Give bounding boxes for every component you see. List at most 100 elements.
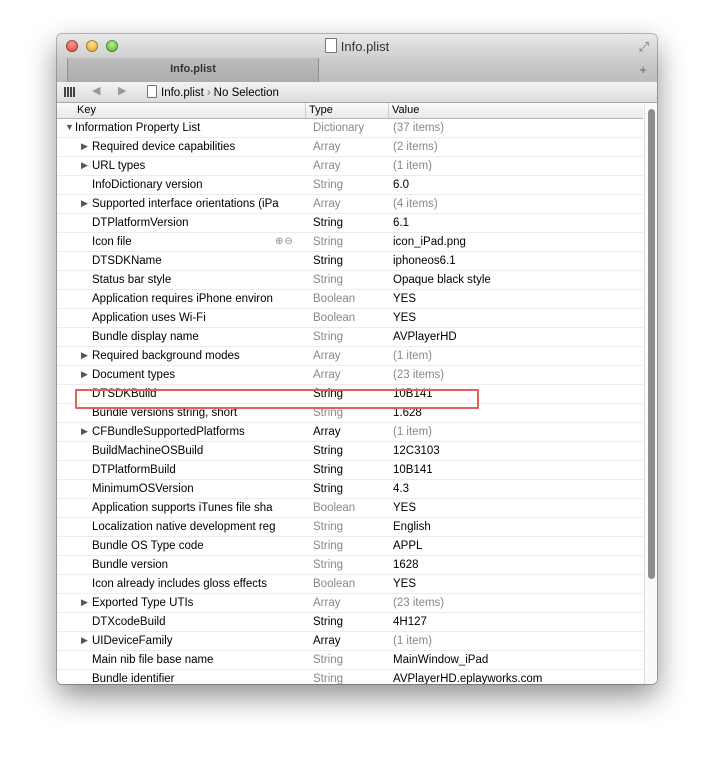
row-type[interactable]: String [313,217,383,229]
row-value[interactable]: 12C3103 [393,445,633,457]
table-row[interactable]: Localization native development reg Strin… [57,518,643,537]
row-value[interactable]: APPL [393,540,633,552]
table-row[interactable]: DTPlatformVersion String 6.1 [57,214,643,233]
row-value[interactable]: AVPlayerHD.eplayworks.com [393,673,633,684]
row-type[interactable]: String [313,521,383,533]
row-type[interactable]: String [313,540,383,552]
row-type[interactable]: String [313,407,383,419]
row-key[interactable]: DTXcodeBuild [92,616,284,628]
disclosure-closed-icon[interactable]: ▶ [81,198,91,209]
row-value[interactable]: iphoneos6.1 [393,255,633,267]
row-value[interactable]: YES [393,578,633,590]
disclosure-closed-icon[interactable]: ▶ [81,426,91,437]
column-header-value[interactable]: Value [392,104,419,116]
column-divider[interactable] [388,103,389,118]
row-key[interactable]: Icon already includes gloss effects [92,578,284,590]
row-key[interactable]: DTSDKName [92,255,284,267]
row-value[interactable]: Opaque black style [393,274,633,286]
disclosure-closed-icon[interactable]: ▶ [81,350,91,361]
table-row[interactable]: DTSDKName String iphoneos6.1 [57,252,643,271]
table-row[interactable]: ▶ URL types Array (1 item) [57,157,643,176]
row-type[interactable]: String [313,654,383,666]
table-row[interactable]: ▶ Required background modes Array (1 item) [57,347,643,366]
row-type[interactable]: String [313,236,383,248]
table-row[interactable]: ▶ UIDeviceFamily Array (1 item) [57,632,643,651]
row-type[interactable]: String [313,331,383,343]
table-row[interactable]: ▶ Document types Array (23 items) [57,366,643,385]
disclosure-closed-icon[interactable]: ▶ [81,635,91,646]
related-items-icon[interactable] [64,87,76,97]
row-value[interactable]: (1 item) [393,635,633,647]
column-header-type[interactable]: Type [309,104,333,116]
row-type[interactable]: String [313,255,383,267]
row-value[interactable]: YES [393,312,633,324]
row-value[interactable]: AVPlayerHD [393,331,633,343]
row-value[interactable]: 6.1 [393,217,633,229]
row-value[interactable]: MainWindow_iPad [393,654,633,666]
row-value[interactable]: 6.0 [393,179,633,191]
table-row[interactable]: Application requires iPhone environ Boole… [57,290,643,309]
row-key[interactable]: Exported Type UTIs [92,597,284,609]
table-row[interactable]: Main nib file base name String MainWindow_… [57,651,643,670]
scrollbar-thumb[interactable] [648,109,655,579]
row-key[interactable]: Application supports iTunes file sha [92,502,284,514]
row-value[interactable]: 10B141 [393,464,633,476]
column-header-key[interactable]: Key [77,104,96,116]
row-value[interactable]: 1.628 [393,407,633,419]
row-value[interactable]: 4.3 [393,483,633,495]
row-type[interactable]: Dictionary [313,122,383,134]
column-divider[interactable] [305,103,306,118]
row-type[interactable]: String [313,483,383,495]
row-value[interactable]: icon_iPad.png [393,236,633,248]
table-row[interactable]: ▶ Exported Type UTIs Array (23 items) [57,594,643,613]
row-type[interactable]: Array [313,635,383,647]
row-type[interactable]: Array [313,141,383,153]
row-key[interactable]: Status bar style [92,274,284,286]
row-key[interactable]: Bundle identifier [92,673,284,684]
row-key[interactable]: UIDeviceFamily [92,635,284,647]
table-row[interactable]: DTSDKBuild String 10B141 [57,385,643,404]
row-type[interactable]: Boolean [313,578,383,590]
table-row[interactable]: Icon file ⊕⊖ String icon_iPad.png [57,233,643,252]
row-type[interactable]: Array [313,198,383,210]
table-row[interactable]: ▶ CFBundleSupportedPlatforms Array (1 item) [57,423,643,442]
row-key[interactable]: Application requires iPhone environ [92,293,284,305]
row-key[interactable]: Document types [92,369,284,381]
row-value[interactable]: (23 items) [393,597,633,609]
row-value[interactable]: 10B141 [393,388,633,400]
table-row[interactable]: Bundle versions string, short String 1.628 [57,404,643,423]
add-tab-icon[interactable]: + [639,62,647,77]
table-row[interactable]: BuildMachineOSBuild String 12C3103 [57,442,643,461]
row-value[interactable]: YES [393,293,633,305]
row-key[interactable]: Main nib file base name [92,654,284,666]
table-row[interactable]: Bundle OS Type code String APPL [57,537,643,556]
table-row[interactable]: ▶ Required device capabilities Array (2 ite… [57,138,643,157]
row-key[interactable]: Application uses Wi-Fi [92,312,284,324]
row-value[interactable]: 4H127 [393,616,633,628]
row-key[interactable]: Bundle OS Type code [92,540,284,552]
row-type[interactable]: String [313,464,383,476]
row-type[interactable]: String [313,388,383,400]
table-row[interactable]: MinimumOSVersion String 4.3 [57,480,643,499]
row-key[interactable]: Information Property List [75,122,267,134]
row-key[interactable]: MinimumOSVersion [92,483,284,495]
row-type[interactable]: String [313,616,383,628]
table-row[interactable]: Bundle version String 1628 [57,556,643,575]
row-type[interactable]: String [313,559,383,571]
row-type[interactable]: Boolean [313,312,383,324]
row-key[interactable]: Localization native development reg [92,521,284,533]
row-type[interactable]: Array [313,426,383,438]
row-value[interactable]: (2 items) [393,141,633,153]
tab-info-plist[interactable]: Info.plist [67,58,319,82]
row-key[interactable]: CFBundleSupportedPlatforms [92,426,284,438]
forward-arrow-icon[interactable]: ▶ [118,84,126,97]
row-key[interactable]: DTPlatformVersion [92,217,284,229]
table-row[interactable]: Bundle identifier String AVPlayerHD.eplayw… [57,670,643,684]
back-arrow-icon[interactable]: ◀ [92,84,100,97]
row-type[interactable]: Boolean [313,502,383,514]
table-row[interactable]: InfoDictionary version String 6.0 [57,176,643,195]
row-value[interactable]: (4 items) [393,198,633,210]
disclosure-closed-icon[interactable]: ▶ [81,160,91,171]
row-type[interactable]: String [313,445,383,457]
table-row[interactable]: Status bar style String Opaque black style [57,271,643,290]
